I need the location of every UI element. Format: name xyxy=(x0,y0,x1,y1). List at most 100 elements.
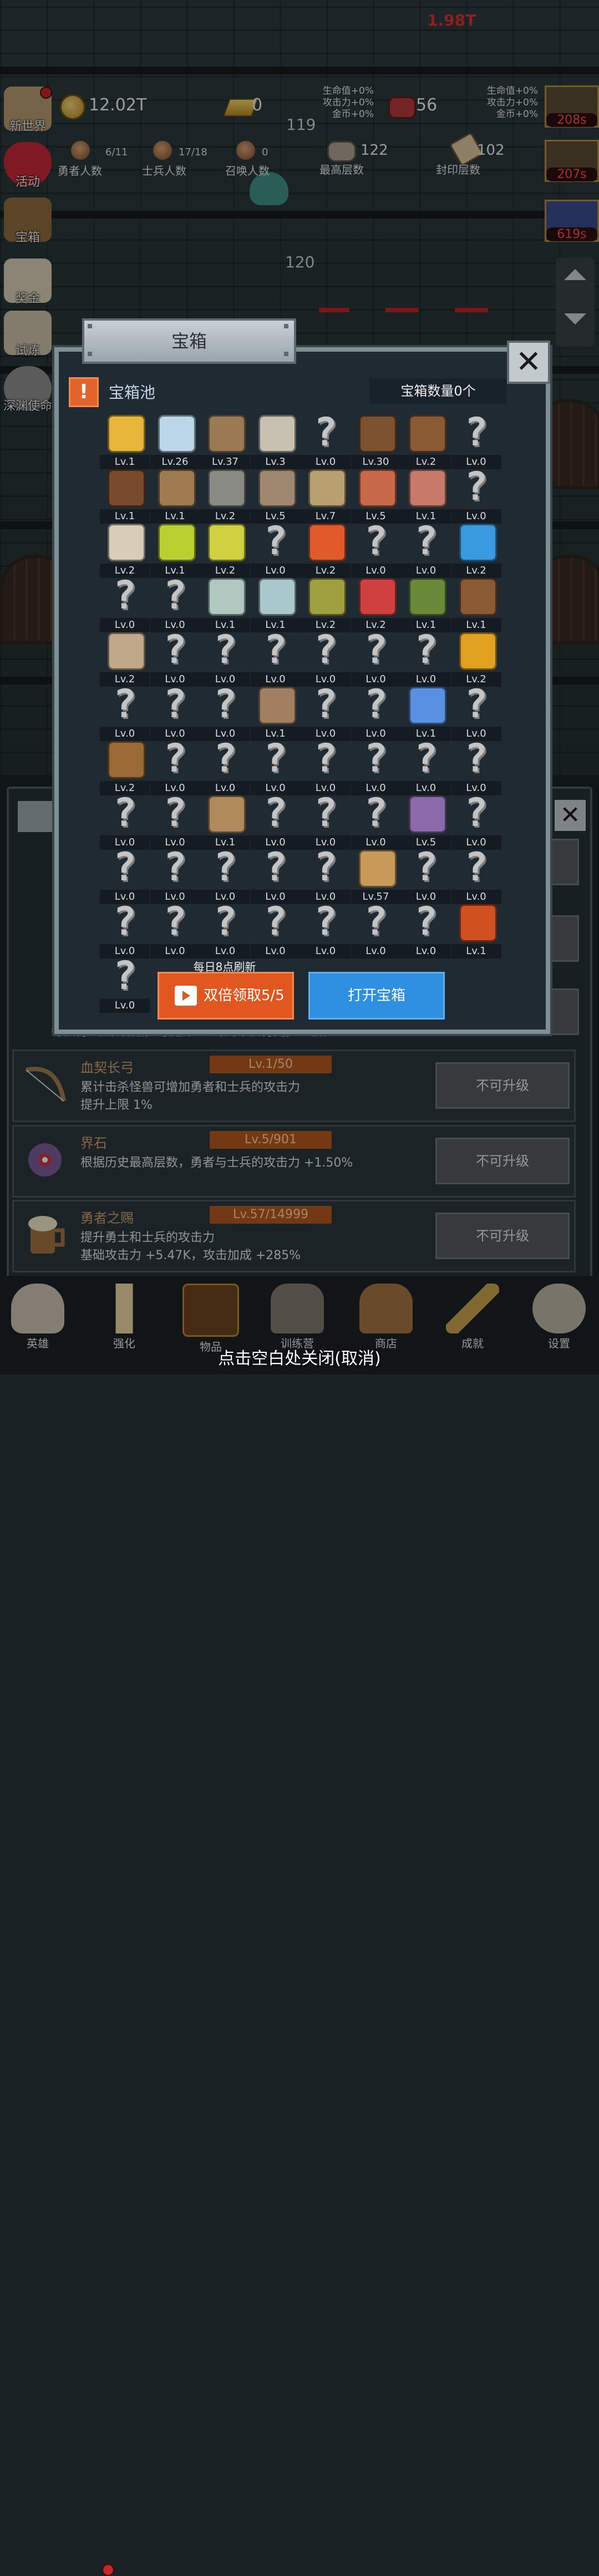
chest-item-unknown[interactable]: ? Lv.0 xyxy=(100,576,150,632)
chest-item-unknown[interactable]: ? Lv.0 xyxy=(250,848,301,904)
chest-item-unknown[interactable]: ? Lv.0 xyxy=(401,739,451,795)
open-chest-button[interactable]: 打开宝箱 xyxy=(308,972,445,1020)
helmet-icon xyxy=(108,469,145,507)
chest-item-unknown[interactable]: ? Lv.0 xyxy=(100,848,150,904)
chest-item-unknown[interactable]: ? Lv.0 xyxy=(150,739,200,795)
chest-item-olive-bottle[interactable]: Lv.2 xyxy=(301,578,351,632)
chest-item-ham[interactable]: Lv.5 xyxy=(351,469,401,524)
dialog-title: 宝箱 xyxy=(82,318,296,364)
chest-item-blue-potion[interactable]: Lv.2 xyxy=(451,524,501,578)
close-dialog-button[interactable]: ✕ xyxy=(507,341,550,384)
chest-item-boot[interactable]: Lv.1 xyxy=(451,578,501,632)
chest-item-unknown[interactable]: ? Lv.0 xyxy=(301,413,351,469)
chest-item-torch[interactable]: Lv.2 xyxy=(451,632,501,687)
chest-item-unknown[interactable]: ? Lv.0 xyxy=(200,899,250,959)
chest-item-unknown[interactable]: ? Lv.0 xyxy=(150,848,200,904)
chest-item-unknown[interactable]: ? Lv.0 xyxy=(200,684,250,741)
chest-item-red-potion[interactable]: Lv.2 xyxy=(301,524,351,578)
chest-item-unknown[interactable]: ? Lv.0 xyxy=(451,848,501,904)
chest-item-unknown[interactable]: ? Lv.0 xyxy=(351,521,401,578)
chest-item-unknown[interactable]: ? Lv.0 xyxy=(451,739,501,795)
chest-item-bow[interactable]: Lv.1 xyxy=(200,795,250,850)
chest-item-unknown[interactable]: ? Lv.0 xyxy=(200,630,250,687)
chest-item-diamond[interactable]: Lv.26 xyxy=(150,415,200,469)
close-hint[interactable]: 点击空白处关闭(取消) xyxy=(0,1345,599,1369)
chest-item-helmet[interactable]: Lv.1 xyxy=(100,469,150,524)
unknown-item-icon: ? xyxy=(414,899,438,944)
item-level: Lv.0 xyxy=(401,781,451,795)
chest-item-unknown[interactable]: ? Lv.0 xyxy=(301,902,351,959)
chest-item-vial2[interactable]: Lv.1 xyxy=(250,578,301,632)
chest-item-unknown[interactable]: ? Lv.0 xyxy=(200,739,250,795)
chest-item-unknown[interactable]: ? Lv.0 xyxy=(150,576,200,632)
chest-item-unknown[interactable]: ? Lv.0 xyxy=(250,793,301,850)
chest-item-sword[interactable]: Lv.37 xyxy=(200,415,250,469)
unknown-item-icon: ? xyxy=(313,681,338,727)
double-claim-button[interactable]: 双倍领取5/5 xyxy=(158,972,294,1020)
chest-item-unknown[interactable]: ? Lv.0 xyxy=(250,902,301,959)
chest-item-staff[interactable]: Lv.1 xyxy=(250,687,301,741)
chest-item-knight-helmet[interactable]: Lv.2 xyxy=(200,469,250,524)
chest-item-unknown[interactable]: ? Lv.0 xyxy=(250,739,301,795)
chest-item-great-helm[interactable]: Lv.7 xyxy=(301,469,351,524)
item-level: Lv.0 xyxy=(401,672,451,687)
dagger-icon xyxy=(158,469,196,507)
chest-item-unknown[interactable]: ? Lv.0 xyxy=(100,793,150,850)
olive-bottle-icon xyxy=(308,578,346,616)
item-level: Lv.2 xyxy=(301,564,351,578)
chest-item-crown[interactable]: Lv.1 xyxy=(100,415,150,469)
chest-item-steak[interactable]: Lv.1 xyxy=(401,469,451,524)
chest-item-unknown[interactable]: ? Lv.0 xyxy=(401,521,451,578)
chest-item-unknown[interactable]: ? Lv.0 xyxy=(351,684,401,741)
chest-item-unknown[interactable]: ? Lv.0 xyxy=(351,793,401,850)
chest-item-unknown[interactable]: ? Lv.0 xyxy=(451,413,501,469)
chest-item-scepter[interactable]: Lv.1 xyxy=(401,687,451,741)
item-level: Lv.30 xyxy=(351,455,401,469)
chest-item-shoe[interactable]: Lv.2 xyxy=(100,632,150,687)
chest-item-unknown[interactable]: ? Lv.0 xyxy=(100,684,150,741)
chest-item-unknown[interactable]: ? Lv.0 xyxy=(150,630,200,687)
chest-item-armor[interactable]: Lv.30 xyxy=(351,415,401,469)
chest-item-unknown[interactable]: ? Lv.0 xyxy=(301,630,351,687)
chest-item-unknown[interactable]: ? Lv.0 xyxy=(401,848,451,904)
chest-item-world-stone[interactable]: Lv.5 xyxy=(401,795,451,850)
chest-item-unknown[interactable]: ? Lv.0 xyxy=(351,902,401,959)
chest-item-winged-boot[interactable]: Lv.1 xyxy=(401,578,451,632)
chest-item-unknown[interactable]: ? Lv.0 xyxy=(250,630,301,687)
chest-item-dagger[interactable]: Lv.1 xyxy=(150,469,200,524)
item-level: Lv.0 xyxy=(200,944,250,959)
item-level: Lv.0 xyxy=(250,564,301,578)
unknown-item-icon: ? xyxy=(464,464,488,509)
chest-item-unknown[interactable]: ? Lv.0 xyxy=(150,684,200,741)
chest-item-unknown[interactable]: ? Lv.0 xyxy=(301,681,351,741)
chest-item-unknown[interactable]: ? Lv.0 xyxy=(100,956,150,1013)
chest-item-unknown[interactable]: ? Lv.0 xyxy=(301,793,351,850)
chest-item-hammer[interactable]: Lv.5 xyxy=(250,469,301,524)
chest-item-vial[interactable]: Lv.1 xyxy=(200,578,250,632)
chest-item-unknown[interactable]: ? Lv.0 xyxy=(301,848,351,904)
chest-item-unknown[interactable]: ? Lv.0 xyxy=(451,793,501,850)
chest-item-sword2[interactable]: Lv.3 xyxy=(250,415,301,469)
item-level: Lv.26 xyxy=(150,455,200,469)
chest-item-unknown[interactable]: ? Lv.0 xyxy=(200,848,250,904)
chest-item-unknown[interactable]: ? Lv.0 xyxy=(100,902,150,959)
chest-item-green-potion[interactable]: Lv.1 xyxy=(150,524,200,578)
chest-item-backpack[interactable]: Lv.2 xyxy=(401,415,451,469)
chest-item-unknown[interactable]: ? Lv.0 xyxy=(351,630,401,687)
chest-item-unknown[interactable]: ? Lv.0 xyxy=(401,899,451,959)
chest-item-unknown[interactable]: ? Lv.0 xyxy=(301,739,351,795)
chest-item-unknown[interactable]: ? Lv.0 xyxy=(401,630,451,687)
chest-item-yellow-potion[interactable]: Lv.2 xyxy=(200,524,250,578)
chest-item-unknown[interactable]: ? Lv.0 xyxy=(150,902,200,959)
chest-item-unknown[interactable]: ? Lv.0 xyxy=(150,793,200,850)
chest-item-beer-mug[interactable]: Lv.57 xyxy=(351,850,401,904)
chest-item-sack[interactable]: Lv.2 xyxy=(100,524,150,578)
chest-item-red-bottle[interactable]: Lv.2 xyxy=(351,578,401,632)
chest-item-unknown[interactable]: ? Lv.0 xyxy=(451,684,501,741)
chest-item-unknown[interactable]: ? Lv.0 xyxy=(451,464,501,524)
chest-item-fire-staff[interactable]: Lv.1 xyxy=(451,904,501,959)
chest-item-unknown[interactable]: ? Lv.0 xyxy=(250,521,301,578)
chest-item-unknown[interactable]: ? Lv.0 xyxy=(351,739,401,795)
chest-item-bag[interactable]: Lv.2 xyxy=(100,741,150,795)
unknown-item-icon: ? xyxy=(213,899,237,944)
